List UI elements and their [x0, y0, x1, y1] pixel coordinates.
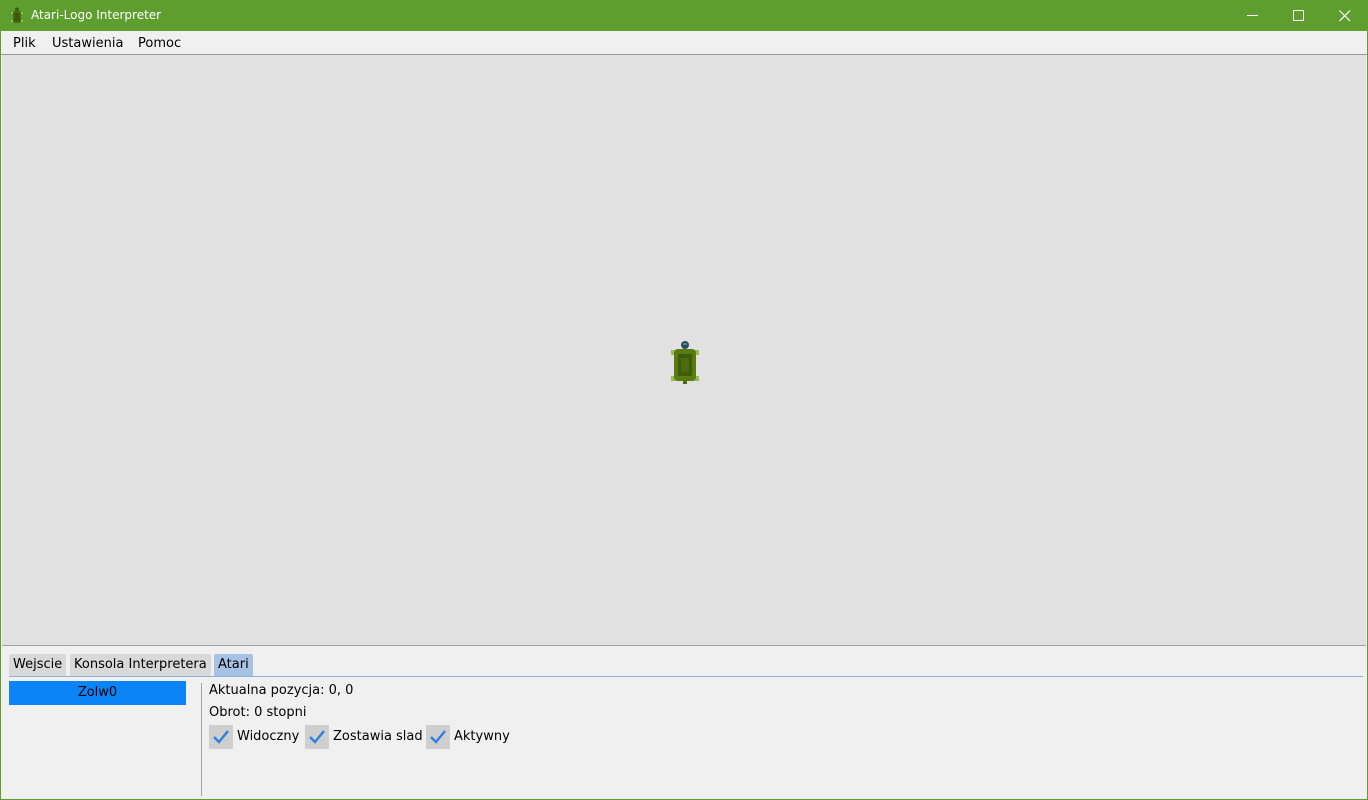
checkbox-label: Zostawia slad [333, 729, 423, 744]
position-label: Aktualna pozycja: 0, 0 [209, 683, 354, 698]
window-client: Plik Ustawienia Pomoc Wejscie Konsola In… [1, 31, 1367, 799]
visible-checkbox[interactable]: Widoczny [209, 725, 299, 749]
checkbox-label: Aktywny [454, 729, 510, 744]
active-checkbox[interactable]: Aktywny [426, 725, 512, 749]
checkbox-box[interactable] [209, 725, 233, 749]
check-icon [213, 730, 229, 744]
maximize-button[interactable] [1276, 0, 1322, 31]
list-item[interactable]: Zolw0 [9, 681, 186, 705]
checkbox-box[interactable] [305, 725, 329, 749]
turtle-icon [671, 341, 699, 384]
maximize-icon [1293, 10, 1304, 21]
menu-pomoc[interactable]: Pomoc [138, 36, 181, 52]
tab-divider [9, 676, 1363, 677]
close-icon [1339, 10, 1351, 22]
turtle-list[interactable]: Zolw0 [9, 681, 186, 794]
drawing-canvas[interactable] [2, 55, 1366, 646]
checkbox-label: Widoczny [237, 729, 300, 744]
bottom-panel: Wejscie Konsola Interpretera Atari Zolw0… [1, 646, 1367, 799]
check-icon [430, 730, 446, 744]
check-icon [309, 730, 325, 744]
rotation-label: Obrot: 0 stopni [209, 705, 307, 720]
checkbox-box[interactable] [426, 725, 450, 749]
close-button[interactable] [1322, 0, 1368, 31]
turtle-icon [11, 7, 23, 23]
tab-atari[interactable]: Atari [214, 654, 253, 676]
panel-divider [201, 683, 202, 796]
tab-konsola-interpretera[interactable]: Konsola Interpretera [70, 654, 211, 676]
minimize-button[interactable] [1230, 0, 1276, 31]
tab-wejscie[interactable]: Wejscie [9, 654, 67, 676]
leaves-trail-checkbox[interactable]: Zostawia slad [305, 725, 423, 749]
menu-bar: Plik Ustawienia Pomoc [1, 31, 1367, 55]
window-title: Atari-Logo Interpreter [31, 8, 162, 22]
menu-ustawienia[interactable]: Ustawienia [52, 36, 123, 52]
minimize-icon [1247, 15, 1258, 16]
title-bar: Atari-Logo Interpreter [0, 0, 1368, 31]
menu-plik[interactable]: Plik [13, 36, 36, 52]
